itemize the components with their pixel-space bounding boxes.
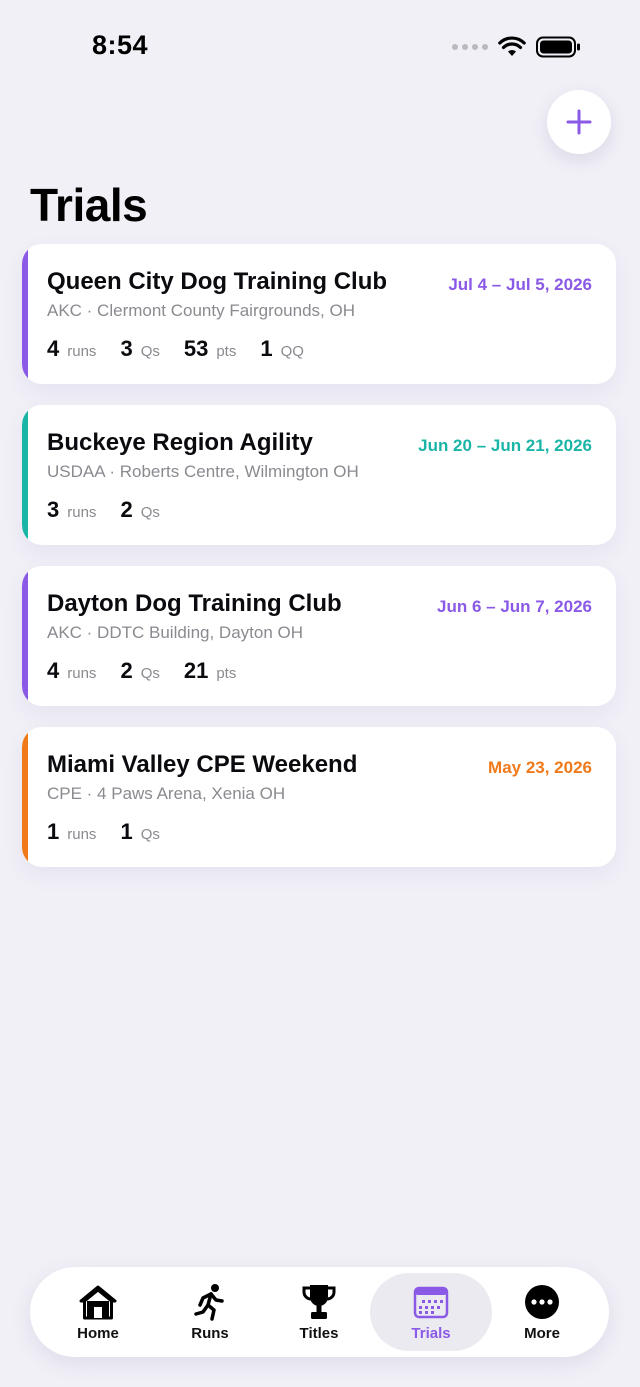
trial-accent-bar [22,405,28,545]
trial-stats: 4 runs 2 Qs 21 pts [47,658,260,684]
trial-name: Buckeye Region Agility [47,429,313,456]
stat-unit: Qs [140,826,160,843]
stat-unit: runs [67,665,97,682]
trial-stats: 1 runs 1 Qs [47,819,184,845]
trial-name: Dayton Dog Training Club [47,590,342,617]
stat-item: 1 Qs [120,819,159,845]
trial-stats: 4 runs 3 Qs 53 pts 1 QQ [47,336,328,362]
trial-accent-bar [22,566,28,706]
stat-number: 2 [120,497,133,522]
tab-titles[interactable]: Titles [261,1273,377,1351]
tab-label: Titles [299,1325,339,1342]
plus-icon [566,109,592,135]
stat-unit: runs [67,826,97,843]
stat-item: 3 Qs [120,336,159,362]
stat-number: 4 [47,658,60,683]
trial-card[interactable]: Dayton Dog Training Club Jun 6 – Jun 7, 2… [22,566,616,706]
stat-unit: pts [216,665,237,682]
cellular-signal-icon [452,44,488,50]
stat-number: 21 [183,658,209,683]
stat-number: 4 [47,336,60,361]
stat-item: 2 Qs [120,497,159,523]
trial-accent-bar [22,727,28,867]
tab-runs[interactable]: Runs [152,1273,268,1351]
tab-label: More [524,1325,560,1342]
more-icon [525,1285,559,1319]
stat-item: 1 QQ [260,336,304,362]
runner-icon [194,1284,224,1321]
trial-subtitle: AKC · DDTC Building, Dayton OH [47,623,304,642]
stat-number: 2 [120,658,133,683]
stat-number: 1 [260,336,273,361]
stat-item: 3 runs [47,497,96,523]
home-icon [79,1285,117,1320]
stat-number: 3 [120,336,133,361]
stat-number: 1 [47,819,60,844]
wifi-icon [498,36,526,56]
trophy-icon [302,1285,336,1319]
status-time: 8:54 [92,30,149,60]
stat-item: 4 runs [47,336,96,362]
tab-label: Home [77,1325,119,1342]
trial-accent-bar [22,244,28,384]
stat-unit: Qs [140,504,160,521]
trial-dates: Jun 6 – Jun 7, 2026 [437,597,592,616]
trial-card[interactable]: Buckeye Region Agility Jun 20 – Jun 21, 2… [22,405,616,545]
trial-subtitle: AKC · Clermont County Fairgrounds, OH [47,301,355,320]
stat-unit: Qs [140,343,160,360]
trial-card[interactable]: Miami Valley CPE Weekend May 23, 2026 CPE … [22,727,616,867]
stat-number: 1 [120,819,133,844]
stat-item: 2 Qs [120,658,159,684]
tab-trials[interactable]: Trials [370,1273,492,1351]
stat-unit: runs [67,343,97,360]
trial-dates: Jun 20 – Jun 21, 2026 [418,436,592,455]
stat-item: 53 pts [184,336,237,362]
stat-item: 21 pts [184,658,237,684]
stat-unit: QQ [280,343,304,360]
trial-stats: 3 runs 2 Qs [47,497,184,523]
stat-unit: pts [216,343,237,360]
battery-icon [536,36,580,58]
stat-number: 53 [183,336,209,361]
tab-label: Runs [191,1325,229,1342]
add-trial-button[interactable] [547,90,611,154]
status-icons [452,36,582,58]
trial-list: Queen City Dog Training Club Jul 4 – Jul … [22,244,616,888]
tab-home[interactable]: Home [40,1273,156,1351]
trials-screen: 8:54 Trials Queen City Dog Training Club… [0,0,640,1387]
trial-name: Queen City Dog Training Club [47,268,388,295]
page-title: Trials [30,179,148,231]
tab-label: Trials [411,1325,451,1342]
stat-item: 4 runs [47,658,96,684]
calendar-icon [413,1286,449,1319]
trial-card[interactable]: Queen City Dog Training Club Jul 4 – Jul … [22,244,616,384]
stat-unit: runs [67,504,97,521]
stat-item: 1 runs [47,819,96,845]
tab-more[interactable]: More [484,1273,600,1351]
trial-subtitle: CPE · 4 Paws Arena, Xenia OH [47,784,286,803]
trial-dates: Jul 4 – Jul 5, 2026 [448,275,592,294]
stat-number: 3 [47,497,60,522]
trial-name: Miami Valley CPE Weekend [47,751,358,778]
stat-unit: Qs [140,665,160,682]
trial-subtitle: USDAA · Roberts Centre, Wilmington OH [47,462,359,481]
tab-bar: Home Runs Titles Trials More [30,1267,609,1357]
trial-dates: May 23, 2026 [488,758,592,777]
